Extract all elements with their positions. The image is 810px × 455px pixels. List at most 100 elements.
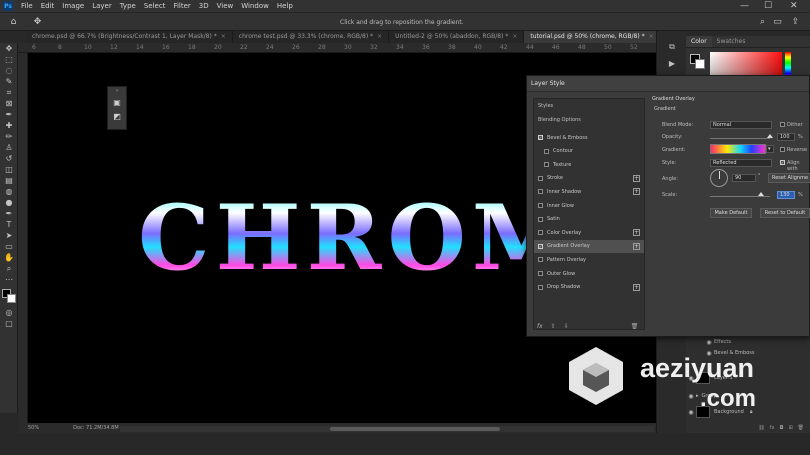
reset-alignment-button[interactable]: Reset Alignme	[768, 173, 810, 183]
style-checkbox[interactable]	[538, 216, 543, 222]
style-checkbox[interactable]	[544, 162, 549, 168]
add-style-icon[interactable]: +	[633, 188, 640, 196]
chrome-text-layer[interactable]: CHROM	[138, 193, 577, 283]
style-checkbox[interactable]	[538, 230, 543, 236]
style-checkbox[interactable]: ✓	[538, 243, 543, 249]
tab-untitled-2[interactable]: Untitled-2 @ 50% (abaddon, RGB/8) * ×	[389, 31, 525, 43]
add-style-icon[interactable]: +	[633, 283, 640, 291]
add-style-icon[interactable]: +	[633, 229, 640, 237]
opacity-slider-knob[interactable]	[767, 134, 773, 138]
healing-tool-icon[interactable]: ✚	[0, 120, 18, 131]
tab-swatches[interactable]: Swatches	[712, 36, 751, 47]
trash-icon[interactable]: 🗑︎	[631, 323, 639, 330]
style-checkbox[interactable]	[538, 284, 543, 290]
tab-color[interactable]: Color	[686, 36, 712, 47]
search-icon[interactable]: ⌕	[757, 17, 768, 28]
eye-icon[interactable]: ◉	[686, 393, 696, 400]
screen-mode-icon[interactable]: ▢	[0, 318, 18, 329]
panel-collapse-icon[interactable]: «	[108, 87, 126, 95]
history-icon[interactable]: ⧉	[657, 39, 687, 55]
quick-select-tool-icon[interactable]: ✎	[0, 76, 18, 87]
close-tab-icon[interactable]: ×	[221, 33, 226, 40]
menu-edit[interactable]: Edit	[37, 0, 59, 12]
share-icon[interactable]: ⇪	[790, 17, 801, 28]
background-color-swatch[interactable]	[695, 59, 705, 69]
fx-icon[interactable]: fx	[770, 425, 775, 431]
style-item-satin[interactable]: Satin	[534, 213, 644, 226]
styles-header[interactable]: Styles	[538, 103, 553, 109]
type-tool-icon[interactable]: T	[0, 219, 18, 230]
style-checkbox[interactable]	[538, 189, 543, 195]
tab-chrome-test[interactable]: chrome test.psd @ 33.3% (chrome, RGB/8) …	[233, 31, 390, 43]
style-item-inner-glow[interactable]: Inner Glow	[534, 199, 644, 212]
menu-3d[interactable]: 3D	[195, 0, 213, 12]
menu-layer[interactable]: Layer	[88, 0, 116, 12]
blend-mode-select[interactable]: Normal	[710, 121, 772, 129]
more-tools-icon[interactable]: ⋯	[0, 274, 18, 285]
menu-help[interactable]: Help	[273, 0, 297, 12]
crop-tool-icon[interactable]: ⌗	[0, 87, 18, 98]
scale-slider-knob[interactable]	[758, 192, 764, 196]
menu-image[interactable]: Image	[58, 0, 88, 12]
close-tab-icon[interactable]: ×	[649, 33, 654, 40]
trash-icon[interactable]: 🗑︎	[798, 425, 804, 431]
menu-select[interactable]: Select	[140, 0, 170, 12]
zoom-tool-icon[interactable]: ⌕	[0, 263, 18, 274]
frame-tool-icon[interactable]: ⊠	[0, 98, 18, 109]
angle-input[interactable]: 90	[732, 174, 756, 182]
new-layer-icon[interactable]: ⊞	[788, 425, 792, 431]
move-tool-icon[interactable]: ✥	[0, 43, 18, 54]
tab-tutorial[interactable]: tutorial.psd @ 50% (chrome, RGB/8) * ×	[524, 31, 661, 43]
gradient-picker[interactable]	[710, 144, 766, 154]
make-default-button[interactable]: Make Default	[710, 208, 752, 218]
add-style-icon[interactable]: +	[633, 174, 640, 182]
maximize-button[interactable]: ☐	[764, 0, 772, 12]
fx-menu-button[interactable]: fx	[537, 323, 543, 330]
style-item-color-overlay[interactable]: Color Overlay +	[534, 226, 644, 239]
style-item-inner-shadow[interactable]: Inner Shadow +	[534, 185, 644, 198]
blending-options[interactable]: Blending Options	[538, 117, 581, 123]
reverse-checkbox[interactable]	[780, 147, 785, 152]
mask-icon[interactable]: ◘	[779, 425, 783, 431]
menu-filter[interactable]: Filter	[169, 0, 194, 12]
hand-tool-icon[interactable]: ✋	[0, 252, 18, 263]
gradient-tool-icon[interactable]: ▤	[0, 175, 18, 186]
style-item-outer-glow[interactable]: Outer Glow	[534, 267, 644, 280]
style-checkbox[interactable]: ✓	[538, 135, 543, 140]
style-item-bevel-emboss[interactable]: ✓ Bevel & Emboss	[534, 131, 644, 144]
close-window-button[interactable]: ✕	[790, 0, 798, 12]
layer-comps-icon[interactable]: ▣	[108, 95, 126, 109]
eye-icon[interactable]: ◉	[686, 409, 696, 416]
minimize-button[interactable]: —	[740, 0, 749, 12]
fg-bg-colors-icon[interactable]	[0, 285, 18, 307]
tab-chrome[interactable]: chrome.psd @ 66.7% (Brightness/Contrast …	[26, 31, 233, 43]
style-item-drop-shadow[interactable]: Drop Shadow +	[534, 281, 644, 294]
scale-input[interactable]: 130	[777, 191, 795, 199]
eye-icon[interactable]: ◉	[704, 339, 714, 346]
quick-mask-icon[interactable]: ◎	[0, 307, 18, 318]
style-checkbox[interactable]	[538, 257, 543, 263]
path-select-tool-icon[interactable]: ➤	[0, 230, 18, 241]
style-item-stroke[interactable]: Stroke +	[534, 172, 644, 185]
reset-to-default-button[interactable]: Reset to Default	[760, 208, 810, 218]
style-select[interactable]: Reflected	[710, 159, 772, 167]
zoom-level[interactable]: 50%	[28, 425, 39, 431]
home-icon[interactable]: ⌂	[8, 17, 19, 28]
move-tool-icon[interactable]: ✥	[32, 17, 43, 28]
align-checkbox[interactable]: ✓	[780, 160, 785, 165]
scale-slider[interactable]	[710, 196, 770, 197]
link-icon[interactable]: ⛓	[758, 425, 764, 431]
angle-dial[interactable]	[710, 169, 728, 187]
workspace-icon[interactable]: ▭	[772, 17, 783, 28]
history-brush-icon[interactable]: ↺	[0, 153, 18, 164]
close-tab-icon[interactable]: ×	[512, 33, 517, 40]
dodge-tool-icon[interactable]: ●	[0, 197, 18, 208]
style-item-pattern-overlay[interactable]: Pattern Overlay	[534, 253, 644, 266]
eyedropper-tool-icon[interactable]: ✒	[0, 109, 18, 120]
style-checkbox[interactable]	[538, 271, 543, 276]
menu-type[interactable]: Type	[116, 0, 140, 12]
opacity-slider[interactable]	[710, 138, 770, 139]
move-down-icon[interactable]: ⇩	[564, 323, 569, 330]
blur-tool-icon[interactable]: ◍	[0, 186, 18, 197]
menu-file[interactable]: File	[17, 0, 37, 12]
